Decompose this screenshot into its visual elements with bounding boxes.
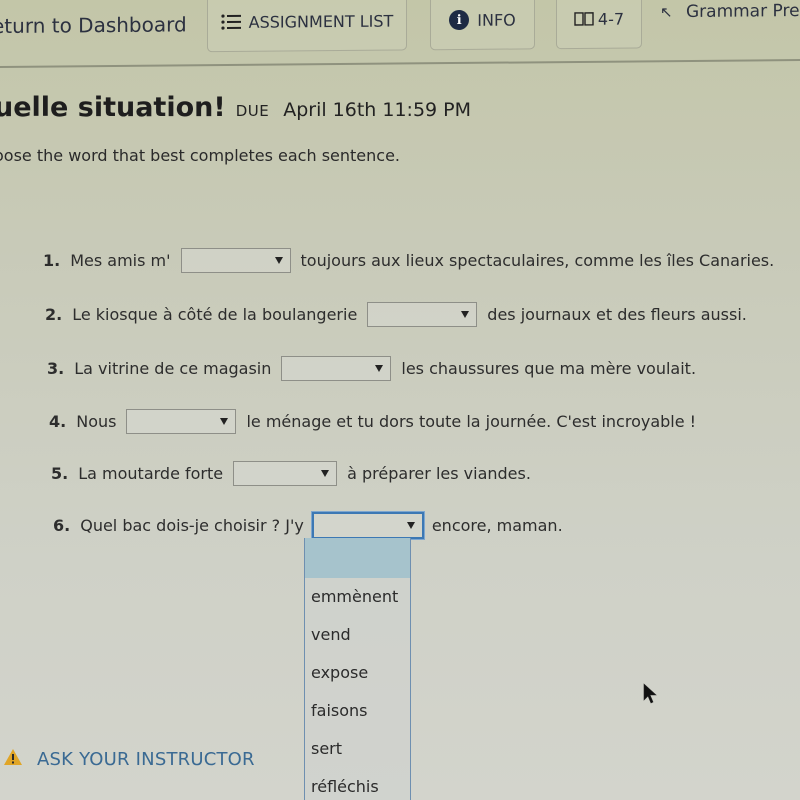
warning-triangle-icon: [3, 748, 23, 770]
book-icon: [574, 12, 594, 26]
question-5: 5. La moutarde forte à préparer les vian…: [51, 461, 531, 486]
question-text-before: Nous: [76, 412, 117, 431]
answer-select-5[interactable]: [233, 461, 338, 486]
assignment-header: uelle situation! DUE April 16th 11:59 PM: [0, 92, 471, 123]
dropdown-option[interactable]: vend: [305, 616, 410, 654]
ask-instructor-link[interactable]: ASK YOUR INSTRUCTOR: [3, 748, 255, 770]
question-number: 5.: [51, 464, 69, 483]
question-text-before: La vitrine de ce magasin: [74, 359, 272, 378]
question-text-after: les chaussures que ma mère voulait.: [401, 359, 697, 378]
arrow-up-left-icon: ↖: [660, 3, 673, 22]
info-label: INFO: [477, 9, 516, 30]
info-circle-icon: i: [449, 9, 470, 31]
question-text-after: à préparer les viandes.: [347, 464, 531, 483]
dropdown-option[interactable]: emmènent: [305, 578, 410, 616]
info-button[interactable]: i INFO: [430, 0, 535, 51]
chevron-down-icon: [375, 365, 384, 372]
return-to-dashboard-link[interactable]: eturn to Dashboard: [0, 12, 187, 38]
answer-select-2[interactable]: [367, 302, 478, 327]
question-text-before: La moutarde forte: [78, 464, 224, 483]
assignment-list-button[interactable]: ASSIGNMENT LIST: [207, 0, 407, 53]
chevron-down-icon: [220, 418, 229, 425]
question-text-after: toujours aux lieux spectaculaires, comme…: [300, 251, 775, 270]
question-text-before: Le kiosque à côté de la boulangerie: [72, 305, 358, 324]
question-text-after: des journaux et des fleurs aussi.: [487, 305, 747, 324]
answer-select-3[interactable]: [281, 356, 392, 381]
assignment-list-label: ASSIGNMENT LIST: [248, 11, 394, 32]
question-text-after: le ménage et tu dors toute la journée. C…: [246, 412, 697, 431]
question-text-after: encore, maman.: [431, 516, 563, 535]
chevron-down-icon: [406, 522, 415, 529]
question-number: 2.: [45, 305, 63, 324]
question-number: 4.: [49, 412, 67, 431]
due-label: DUE: [235, 102, 270, 120]
list-icon: [221, 14, 241, 30]
grammar-presentation-link[interactable]: ↖ Grammar Pres: [660, 1, 800, 22]
top-navigation-bar: eturn to Dashboard ASSIGNMENT LIST i INF…: [0, 0, 800, 68]
question-3: 3. La vitrine de ce magasin les chaussur…: [47, 356, 696, 381]
question-number: 3.: [47, 359, 65, 378]
dropdown-option[interactable]: réfléchis: [305, 768, 410, 800]
dropdown-option[interactable]: faisons: [305, 692, 410, 730]
answer-dropdown-list: emmènent vend expose faisons sert réfléc…: [304, 538, 411, 800]
question-number: 1.: [43, 251, 61, 270]
chevron-down-icon: [274, 257, 283, 264]
mouse-pointer-icon: [643, 683, 657, 709]
question-4: 4. Nous le ménage et tu dors toute la jo…: [49, 409, 696, 434]
grammar-link-label: Grammar Pres: [685, 0, 800, 23]
question-6: 6. Quel bac dois-je choisir ? J'y encore…: [53, 512, 563, 539]
dropdown-option[interactable]: expose: [305, 654, 410, 692]
answer-select-1[interactable]: [180, 248, 291, 273]
answer-select-4[interactable]: [126, 409, 237, 434]
instructions: oose the word that best completes each s…: [0, 146, 401, 165]
assignment-title: uelle situation!: [0, 92, 226, 123]
question-text-before: Quel bac dois-je choisir ? J'y: [80, 516, 304, 535]
book-section-label: 4-7: [597, 9, 625, 29]
textbook-section-button[interactable]: 4-7: [556, 0, 642, 50]
question-number: 6.: [53, 516, 71, 535]
question-text-before: Mes amis m': [70, 251, 171, 270]
answer-select-6[interactable]: [311, 512, 424, 539]
due-date: April 16th 11:59 PM: [283, 99, 472, 121]
chevron-down-icon: [321, 470, 330, 477]
question-2: 2. Le kiosque à côté de la boulangerie d…: [45, 302, 747, 327]
ask-instructor-label: ASK YOUR INSTRUCTOR: [37, 748, 255, 770]
chevron-down-icon: [461, 311, 470, 318]
question-1: 1. Mes amis m' toujours aux lieux specta…: [43, 248, 774, 273]
dropdown-option-blank[interactable]: [305, 538, 410, 578]
dropdown-option[interactable]: sert: [305, 730, 410, 768]
